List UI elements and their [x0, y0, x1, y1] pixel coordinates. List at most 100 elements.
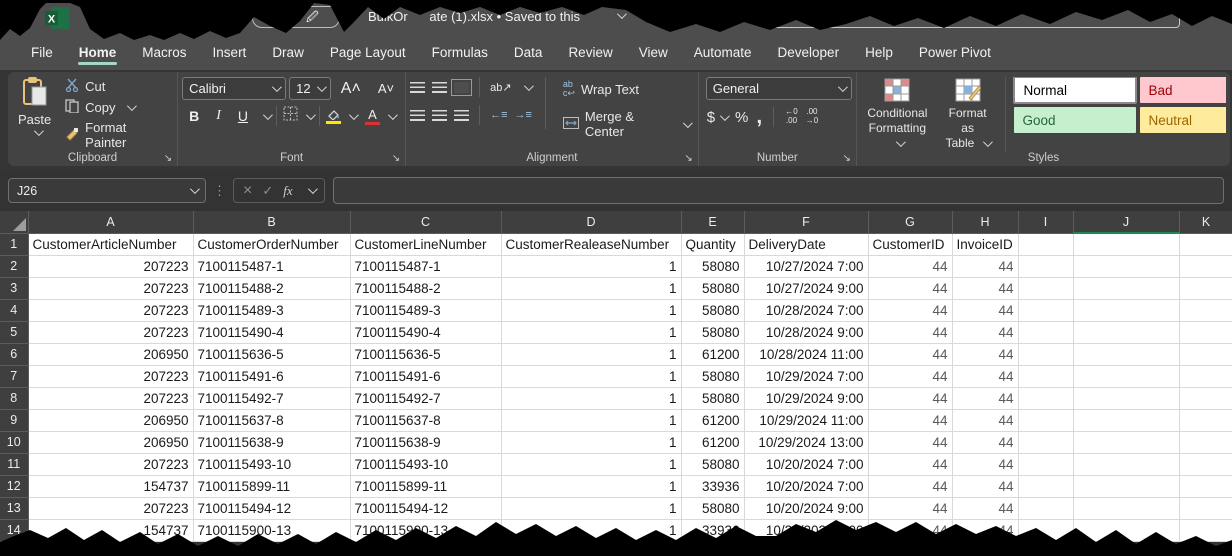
cell-J6[interactable] [1073, 343, 1179, 365]
cell-H12[interactable]: 44 [952, 475, 1018, 497]
name-box-chevron-down-icon[interactable] [190, 184, 200, 194]
conditional-formatting-button[interactable]: Conditional Formatting [861, 77, 934, 152]
cell-B2[interactable]: 7100115487-1 [193, 255, 350, 277]
cell-D2[interactable]: 1 [501, 255, 681, 277]
tab-insert[interactable]: Insert [200, 38, 260, 69]
cell-G12[interactable]: 44 [868, 475, 952, 497]
insert-function-button[interactable]: fx [283, 183, 292, 199]
cell-H3[interactable]: 44 [952, 277, 1018, 299]
cell-F1[interactable]: DeliveryDate [744, 233, 868, 255]
row-header-5[interactable]: 5 [0, 321, 28, 343]
row-header-8[interactable]: 8 [0, 387, 28, 409]
cell-B11[interactable]: 7100115493-10 [193, 453, 350, 475]
cell-I8[interactable] [1018, 387, 1073, 409]
cell-F10[interactable]: 10/29/2024 13:00 [744, 431, 868, 453]
cell-K4[interactable] [1179, 299, 1232, 321]
borders-button[interactable] [283, 106, 298, 126]
tab-home[interactable]: Home [66, 38, 130, 69]
cell-C6[interactable]: 7100115636-5 [350, 343, 501, 365]
cell-C10[interactable]: 7100115638-9 [350, 431, 501, 453]
cell-K12[interactable] [1179, 475, 1232, 497]
row-header-3[interactable]: 3 [0, 277, 28, 299]
cell-J10[interactable] [1073, 431, 1179, 453]
cell-I14[interactable] [1018, 519, 1073, 541]
cell-A10[interactable]: 206950 [28, 431, 193, 453]
column-header-D[interactable]: D [501, 211, 681, 233]
cell-B14[interactable]: 7100115900-13 [193, 519, 350, 541]
fill-color-button[interactable] [326, 109, 341, 124]
column-header-F[interactable]: F [744, 211, 868, 233]
cell-G6[interactable]: 44 [868, 343, 952, 365]
align-left-button[interactable] [410, 110, 425, 121]
cell-G3[interactable]: 44 [868, 277, 952, 299]
cell-A13[interactable]: 207223 [28, 497, 193, 519]
tab-file[interactable]: File [18, 38, 66, 69]
cell-K1[interactable] [1179, 233, 1232, 255]
cell-B9[interactable]: 7100115637-8 [193, 409, 350, 431]
row-header-14[interactable]: 14 [0, 519, 28, 541]
percent-style-button[interactable]: % [735, 109, 748, 126]
cell-J9[interactable] [1073, 409, 1179, 431]
cell-I10[interactable] [1018, 431, 1073, 453]
cell-J11[interactable] [1073, 453, 1179, 475]
cell-I12[interactable] [1018, 475, 1073, 497]
center-button[interactable] [432, 110, 447, 121]
italic-button[interactable]: I [209, 107, 228, 125]
cell-K5[interactable] [1179, 321, 1232, 343]
style-normal[interactable]: Normal [1014, 77, 1136, 103]
cell-K6[interactable] [1179, 343, 1232, 365]
cell-A11[interactable]: 207223 [28, 453, 193, 475]
cell-I2[interactable] [1018, 255, 1073, 277]
cell-K10[interactable] [1179, 431, 1232, 453]
cell-A5[interactable]: 207223 [28, 321, 193, 343]
decrease-decimal-button[interactable]: .00→0 [806, 108, 818, 126]
cell-C4[interactable]: 7100115489-3 [350, 299, 501, 321]
cell-H11[interactable]: 44 [952, 453, 1018, 475]
cell-H4[interactable]: 44 [952, 299, 1018, 321]
cell-I6[interactable] [1018, 343, 1073, 365]
cell-F13[interactable]: 10/20/2024 9:00 [744, 497, 868, 519]
cell-H14[interactable]: 44 [952, 519, 1018, 541]
select-all-button[interactable] [0, 211, 28, 233]
name-box[interactable]: J26 [8, 178, 206, 203]
cell-F12[interactable]: 10/20/2024 7:00 [744, 475, 868, 497]
cell-J12[interactable] [1073, 475, 1179, 497]
tab-automate[interactable]: Automate [681, 38, 765, 69]
font-size-select[interactable]: 12 [289, 77, 331, 100]
cell-B4[interactable]: 7100115489-3 [193, 299, 350, 321]
cell-J5[interactable] [1073, 321, 1179, 343]
cell-E3[interactable]: 58080 [681, 277, 744, 299]
cell-C2[interactable]: 7100115487-1 [350, 255, 501, 277]
cell-D13[interactable]: 1 [501, 497, 681, 519]
borders-chevron-down-icon[interactable] [306, 110, 316, 120]
cell-H8[interactable]: 44 [952, 387, 1018, 409]
alignment-dialog-launcher[interactable]: ↘ [684, 153, 692, 164]
cell-C13[interactable]: 7100115494-12 [350, 497, 501, 519]
cell-F3[interactable]: 10/27/2024 9:00 [744, 277, 868, 299]
copy-chevron-down-icon[interactable] [126, 101, 136, 111]
format-as-table-button[interactable]: Format as Table [940, 77, 996, 152]
cell-H13[interactable]: 44 [952, 497, 1018, 519]
merge-center-button[interactable]: Merge & Center [559, 108, 694, 140]
comma-style-button[interactable]: , [756, 113, 762, 121]
column-header-J[interactable]: J [1073, 211, 1179, 233]
cell-B13[interactable]: 7100115494-12 [193, 497, 350, 519]
shrink-font-button[interactable]: A˅ [371, 80, 401, 97]
column-header-E[interactable]: E [681, 211, 744, 233]
tab-power-pivot[interactable]: Power Pivot [906, 38, 1004, 69]
fx-chevron-down-icon[interactable] [308, 184, 318, 194]
cell-B1[interactable]: CustomerOrderNumber [193, 233, 350, 255]
cell-A1[interactable]: CustomerArticleNumber [28, 233, 193, 255]
row-header-6[interactable]: 6 [0, 343, 28, 365]
paste-button[interactable]: Paste [12, 77, 57, 151]
cell-A12[interactable]: 154737 [28, 475, 193, 497]
font-dialog-launcher[interactable]: ↘ [392, 153, 400, 164]
cell-J7[interactable] [1073, 365, 1179, 387]
cell-A4[interactable]: 207223 [28, 299, 193, 321]
cell-A9[interactable]: 206950 [28, 409, 193, 431]
cell-D3[interactable]: 1 [501, 277, 681, 299]
cell-D9[interactable]: 1 [501, 409, 681, 431]
format-as-table-chevron-down-icon[interactable] [983, 137, 993, 147]
tab-review[interactable]: Review [555, 38, 625, 69]
cell-D4[interactable]: 1 [501, 299, 681, 321]
